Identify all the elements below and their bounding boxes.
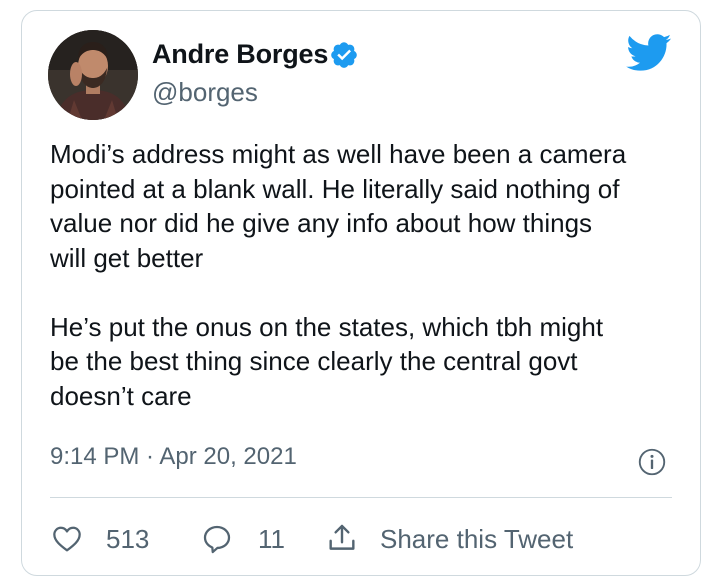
tweet-actions: 513 11 Share this Tweet: [22, 519, 700, 559]
tweet-timestamp[interactable]: 9:14 PM · Apr 20, 2021: [50, 443, 297, 471]
author-handle[interactable]: @borges: [152, 77, 258, 108]
share-button[interactable]: Share this Tweet: [324, 519, 596, 559]
divider: [50, 497, 672, 498]
reply-count: 11: [258, 524, 285, 554]
share-label: Share this Tweet: [380, 524, 574, 554]
like-count: 513: [106, 524, 150, 554]
heart-icon: [53, 526, 81, 552]
profile-photo-icon: [48, 30, 138, 120]
like-button[interactable]: 513: [50, 519, 160, 559]
verified-badge-icon: [331, 42, 357, 68]
tweet-card: Andre Borges @borges Modi’s address migh…: [21, 10, 701, 576]
twitter-bird-icon[interactable]: [626, 34, 672, 72]
avatar[interactable]: [48, 30, 138, 120]
info-icon[interactable]: [638, 448, 666, 476]
share-upload-icon: [329, 524, 355, 550]
speech-bubble-icon: [203, 525, 231, 554]
author-name[interactable]: Andre Borges: [152, 39, 328, 70]
tweet-text: Modi’s address might as well have been a…: [50, 139, 627, 411]
reply-button[interactable]: 11: [200, 519, 300, 559]
